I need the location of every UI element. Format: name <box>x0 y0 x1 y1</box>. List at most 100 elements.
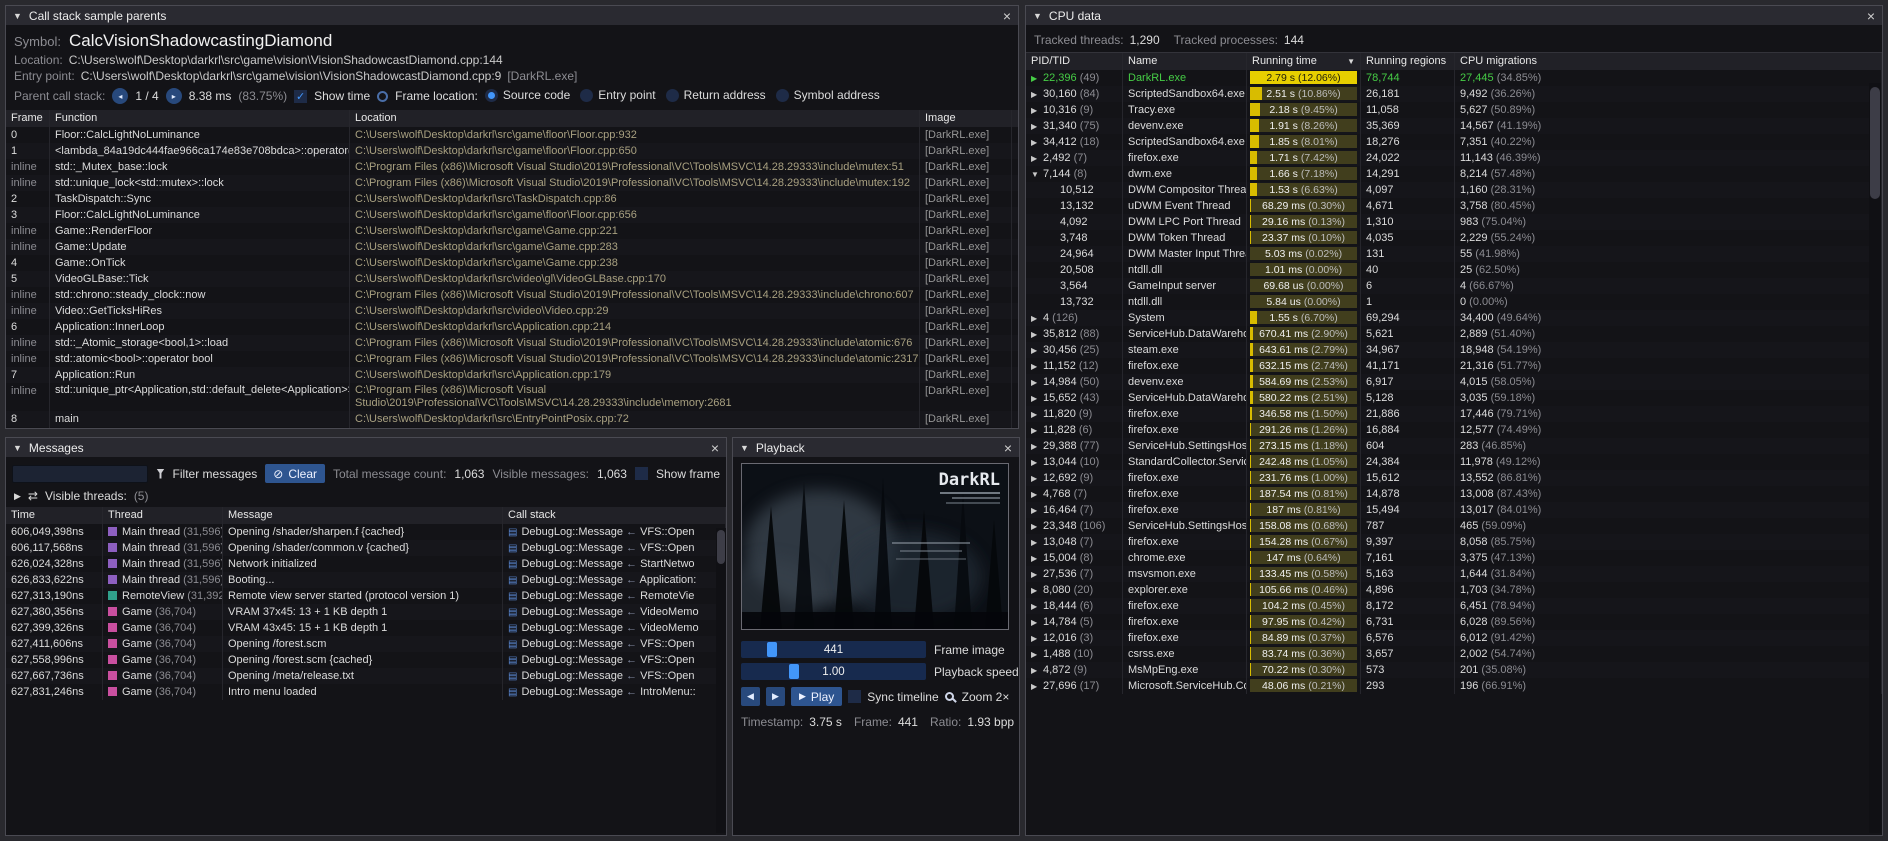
cpu-row[interactable]: ▶8,080 (20)explorer.exe105.66 ms(0.46%)4… <box>1026 582 1882 598</box>
cpu-row[interactable]: ▶14,984 (50)devenv.exe584.69 ms(2.53%)6,… <box>1026 374 1882 390</box>
col-name[interactable]: Name <box>1123 53 1247 70</box>
col-cpu-migrations[interactable]: CPU migrations <box>1455 53 1882 70</box>
col-callstack[interactable]: Call stack <box>503 507 726 524</box>
cpu-row[interactable]: 20,508ntdll.dll1.01 ms(0.00%)4025 (62.50… <box>1026 262 1882 278</box>
expand-icon[interactable]: ▶ <box>1031 599 1043 614</box>
entry-point-value[interactable]: C:\Users\wolf\Desktop\darkrl\src\game\vi… <box>81 69 502 83</box>
collapse-icon[interactable]: ▼ <box>1033 11 1042 21</box>
message-row[interactable]: 627,558,996nsGame (36,704)Opening /fores… <box>6 652 726 668</box>
play-button[interactable]: ▶ Play <box>791 687 842 706</box>
cpu-row[interactable]: ▶16,464 (7)firefox.exe187 ms(0.81%)15,49… <box>1026 502 1882 518</box>
expand-icon[interactable]: ▶ <box>1031 567 1043 582</box>
col-time[interactable]: Time <box>6 507 103 524</box>
cpu-row[interactable]: ▶18,444 (6)firefox.exe104.2 ms(0.45%)8,1… <box>1026 598 1882 614</box>
expand-icon[interactable]: ▶ <box>1031 519 1043 534</box>
expand-icon[interactable]: ▶ <box>1031 503 1043 518</box>
callstack-row[interactable]: 6Application::InnerLoopC:\Users\wolf\Des… <box>6 319 1018 335</box>
cpu-row[interactable]: ▶4 (126)System1.55 s(6.70%)69,29434,400 … <box>1026 310 1882 326</box>
expand-icon[interactable]: ▶ <box>1031 311 1043 326</box>
scrollbar-thumb[interactable] <box>717 530 725 564</box>
playback-speed-slider[interactable]: 1.00 <box>741 663 926 680</box>
message-row[interactable]: 627,831,246nsGame (36,704)Intro menu loa… <box>6 684 726 700</box>
show-frame-checkbox[interactable] <box>635 467 648 480</box>
callstack-row[interactable]: 8mainC:\Users\wolf\Desktop\darkrl\src\En… <box>6 411 1018 427</box>
cpu-row[interactable]: ▶14,784 (5)firefox.exe97.95 ms(0.42%)6,7… <box>1026 614 1882 630</box>
col-location[interactable]: Location <box>350 110 920 127</box>
cpu-row[interactable]: ▶30,456 (25)steam.exe643.61 ms(2.79%)34,… <box>1026 342 1882 358</box>
clear-button[interactable]: ⊘ Clear <box>265 464 325 483</box>
expand-icon[interactable]: ▶ <box>1031 663 1043 678</box>
expand-icon[interactable]: ▶ <box>1031 487 1043 502</box>
scrollbar-thumb[interactable] <box>1870 87 1880 199</box>
callstack-row[interactable]: inlinestd::atomic<bool>::operator boolC:… <box>6 351 1018 367</box>
cpu-row[interactable]: ▶13,044 (10)StandardCollector.Servic242.… <box>1026 454 1882 470</box>
sync-timeline-checkbox[interactable] <box>848 690 861 703</box>
callstack-row[interactable]: 5VideoGLBase::TickC:\Users\wolf\Desktop\… <box>6 271 1018 287</box>
cpu-row[interactable]: 24,964DWM Master Input Threa5.03 ms(0.02… <box>1026 246 1882 262</box>
callstack-row[interactable]: inlinestd::unique_ptr<Application,std::d… <box>6 383 1018 412</box>
col-image[interactable]: Image <box>920 110 1012 127</box>
collapse-icon[interactable]: ▼ <box>740 443 749 453</box>
cpu-row[interactable]: ▶23,348 (106)ServiceHub.SettingsHost158.… <box>1026 518 1882 534</box>
next-frame-button[interactable]: ▶ <box>766 687 785 706</box>
cpu-row[interactable]: ▼7,144 (8)dwm.exe1.66 s(7.18%)14,2918,21… <box>1026 166 1882 182</box>
callstack-row[interactable]: 0Floor::CalcLightNoLuminanceC:\Users\wol… <box>6 127 1018 143</box>
message-row[interactable]: 626,024,328nsMain thread (31,596)Network… <box>6 556 726 572</box>
cpu-row[interactable]: ▶13,048 (7)firefox.exe154.28 ms(0.67%)9,… <box>1026 534 1882 550</box>
expand-icon[interactable]: ▶ <box>1031 439 1043 454</box>
message-row[interactable]: 627,667,736nsGame (36,704)Opening /meta/… <box>6 668 726 684</box>
callstack-row[interactable]: inlinestd::chrono::steady_clock::nowC:\P… <box>6 287 1018 303</box>
expand-icon[interactable]: ▶ <box>1031 583 1043 598</box>
expand-icon[interactable]: ▶ <box>1031 423 1043 438</box>
cpu-row[interactable]: ▶11,828 (6)firefox.exe291.26 ms(1.26%)16… <box>1026 422 1882 438</box>
callstack-row[interactable]: inlineGame::RenderFloorC:\Users\wolf\Des… <box>6 223 1018 239</box>
col-thread[interactable]: Thread <box>103 507 223 524</box>
message-row[interactable]: 626,833,622nsMain thread (31,596)Booting… <box>6 572 726 588</box>
callstack-titlebar[interactable]: ▼ Call stack sample parents × <box>6 6 1018 25</box>
prev-parent-button[interactable]: ◂ <box>112 88 128 104</box>
filter-input[interactable] <box>12 465 148 483</box>
cpu-row[interactable]: ▶1,488 (10)csrss.exe83.74 ms(0.36%)3,657… <box>1026 646 1882 662</box>
expand-icon[interactable]: ▶ <box>1031 135 1043 150</box>
collapse-icon[interactable]: ▼ <box>13 443 22 453</box>
cpu-row[interactable]: ▶31,340 (75)devenv.exe1.91 s(8.26%)35,36… <box>1026 118 1882 134</box>
zoom-label[interactable]: Zoom 2× <box>962 690 1010 704</box>
show-time-checkbox[interactable]: ✓ <box>294 90 307 103</box>
callstack-row[interactable]: inlineGame::UpdateC:\Users\wolf\Desktop\… <box>6 239 1018 255</box>
expand-icon[interactable]: ▶ <box>1031 119 1043 134</box>
col-function[interactable]: Function <box>50 110 350 127</box>
radio-symbol-address[interactable]: Symbol address <box>776 88 880 102</box>
expand-icon[interactable]: ▶ <box>1031 375 1043 390</box>
cpu-scrollbar[interactable] <box>1869 83 1881 833</box>
message-row[interactable]: 627,399,326nsGame (36,704)VRAM 43x45: 15… <box>6 620 726 636</box>
callstack-row[interactable]: inlinestd::unique_lock<std::mutex>::lock… <box>6 175 1018 191</box>
expand-icon[interactable]: ▶ <box>1031 391 1043 406</box>
cpu-row[interactable]: ▶27,696 (17)Microsoft.ServiceHub.Co48.06… <box>1026 678 1882 694</box>
radio-return-address[interactable]: Return address <box>666 88 766 102</box>
radio-entry-point[interactable]: Entry point <box>580 88 655 102</box>
cpu-row[interactable]: ▶29,388 (77)ServiceHub.SettingsHost273.1… <box>1026 438 1882 454</box>
col-frame[interactable]: Frame <box>6 110 50 127</box>
callstack-row[interactable]: inlineinvoke_maind:\agent\_work\63\s\src… <box>6 427 1018 428</box>
expand-icon[interactable]: ▶ <box>1031 615 1043 630</box>
message-row[interactable]: 627,313,190nsRemoteView (31,392)Remote v… <box>6 588 726 604</box>
expand-icon[interactable]: ▶ <box>1031 103 1043 118</box>
cpu-row[interactable]: ▶12,692 (9)firefox.exe231.76 ms(1.00%)15… <box>1026 470 1882 486</box>
callstack-row[interactable]: inlinestd::_Mutex_base::lockC:\Program F… <box>6 159 1018 175</box>
location-value[interactable]: C:\Users\wolf\Desktop\darkrl\src\game\vi… <box>69 53 503 67</box>
expand-icon[interactable]: ▶ <box>1031 471 1043 486</box>
cpu-row[interactable]: 4,092DWM LPC Port Thread29.16 ms(0.13%)1… <box>1026 214 1882 230</box>
col-running-regions[interactable]: Running regions <box>1361 53 1455 70</box>
cpu-row[interactable]: ▶34,412 (18)ScriptedSandbox64.exe1.85 s(… <box>1026 134 1882 150</box>
expand-icon[interactable]: ▶ <box>1031 407 1043 422</box>
col-running-time[interactable]: Running time ▼ <box>1247 53 1361 70</box>
message-row[interactable]: 606,049,398nsMain thread (31,596)Opening… <box>6 524 726 540</box>
callstack-row[interactable]: 2TaskDispatch::SyncC:\Users\wolf\Desktop… <box>6 191 1018 207</box>
cpu-row[interactable]: 13,732ntdll.dll5.84 us(0.00%)10 (0.00%) <box>1026 294 1882 310</box>
expand-icon[interactable]: ▶ <box>1031 71 1043 86</box>
messages-scrollbar[interactable] <box>716 528 726 833</box>
expand-icon[interactable]: ▶ <box>1031 87 1043 102</box>
cpu-row[interactable]: ▶30,160 (84)ScriptedSandbox64.exe2.51 s(… <box>1026 86 1882 102</box>
next-parent-button[interactable]: ▸ <box>166 88 182 104</box>
expand-icon[interactable]: ▶ <box>1031 327 1043 342</box>
